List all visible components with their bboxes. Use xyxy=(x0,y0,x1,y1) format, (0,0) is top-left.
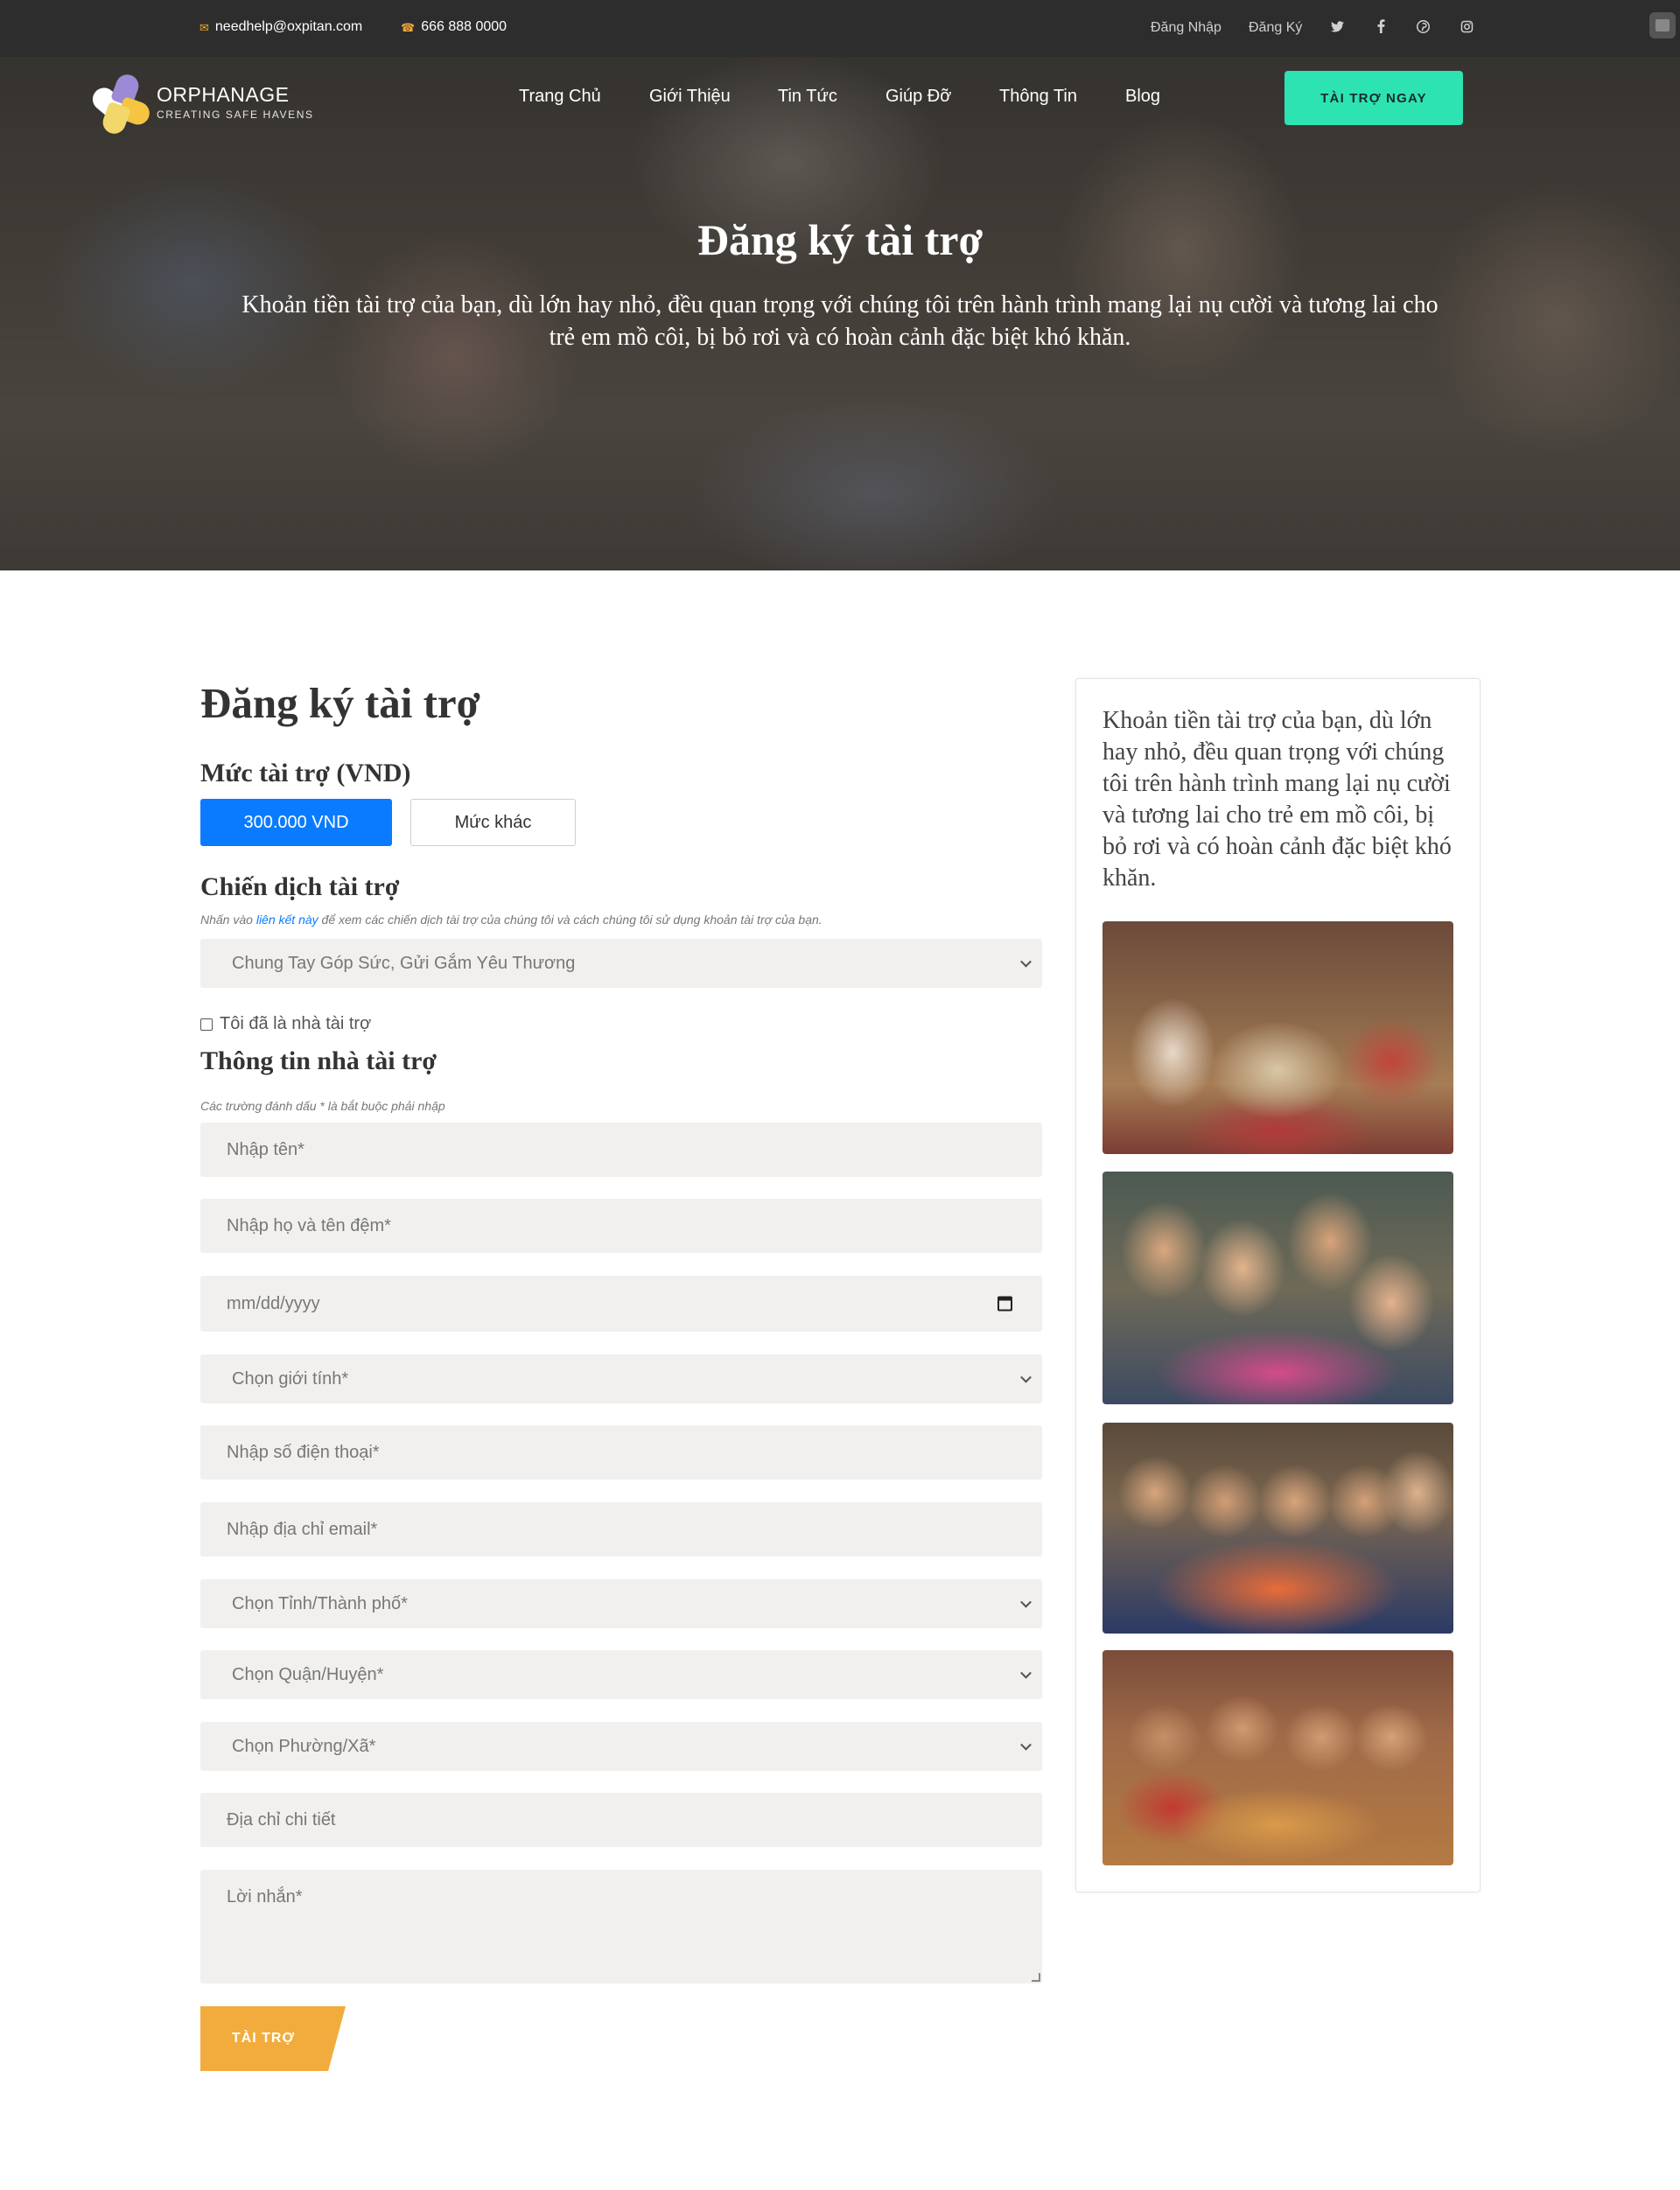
phone-field[interactable]: Nhập số điện thoại* xyxy=(200,1425,1042,1480)
nav-news[interactable]: Tin Tức xyxy=(778,87,837,107)
dob-field[interactable]: mm/dd/yyyy xyxy=(200,1276,1042,1332)
top-bar: ✉ needhelp@oxpitan.com ☎ 666 888 0000 Đă… xyxy=(0,0,1680,57)
envelope-icon: ✉ xyxy=(200,20,209,34)
calendar-icon[interactable] xyxy=(998,1296,1012,1312)
form-title: Đăng ký tài trợ xyxy=(200,679,480,727)
existing-sponsor-checkbox[interactable]: Tôi đã là nhà tài trợ xyxy=(200,1014,371,1034)
email-field[interactable]: Nhập địa chỉ email* xyxy=(200,1502,1042,1557)
chevron-down-icon xyxy=(1020,1371,1032,1383)
checkbox-box[interactable] xyxy=(200,1018,213,1031)
nav-info[interactable]: Thông Tin xyxy=(999,87,1077,107)
hero-title: Đăng ký tài trợ xyxy=(696,215,984,264)
chevron-down-icon xyxy=(1020,1667,1032,1679)
logo-subtitle: CREATING SAFE HAVENS xyxy=(157,108,314,121)
ward-select[interactable]: Chọn Phường/Xã* xyxy=(200,1722,1042,1771)
children-hugging-photo xyxy=(1102,1172,1453,1404)
extension-icon[interactable] xyxy=(1649,12,1676,38)
amount-other-button[interactable]: Mức khác xyxy=(410,799,576,846)
required-note: Các trường đánh dấu * là bắt buộc phải n… xyxy=(200,1099,445,1113)
campaign-label: Chiến dịch tài trợ xyxy=(200,872,400,901)
nav-blog[interactable]: Blog xyxy=(1125,87,1160,107)
sponsor-info-label: Thông tin nhà tài trợ xyxy=(200,1046,437,1075)
children-eating-photo xyxy=(1102,921,1453,1154)
logo-hands-icon xyxy=(88,71,153,137)
gender-select[interactable]: Chọn giới tính* xyxy=(200,1354,1042,1403)
logo-title: ORPHANAGE xyxy=(157,82,290,106)
contact-phone-text[interactable]: 666 888 0000 xyxy=(421,19,507,35)
twitter-icon[interactable] xyxy=(1328,17,1346,35)
facebook-icon[interactable] xyxy=(1372,17,1390,35)
children-group-photo xyxy=(1102,1423,1453,1634)
chevron-down-icon xyxy=(1020,1596,1032,1608)
contact-phone[interactable]: ☎ 666 888 0000 xyxy=(401,19,507,35)
address-field[interactable]: Địa chỉ chi tiết xyxy=(200,1793,1042,1847)
submit-donate-button[interactable]: TÀI TRỢ xyxy=(200,2006,346,2071)
campaign-select[interactable]: Chung Tay Góp Sức, Gửi Gắm Yêu Thương xyxy=(200,939,1042,988)
instagram-icon[interactable] xyxy=(1458,17,1475,35)
donate-now-button[interactable]: TÀI TRỢ NGAY xyxy=(1284,71,1463,125)
site-logo[interactable]: ORPHANAGE CREATING SAFE HAVENS xyxy=(88,71,314,137)
campaign-link[interactable]: liên kết này xyxy=(256,913,318,927)
contact-email[interactable]: ✉ needhelp@oxpitan.com xyxy=(200,19,362,35)
contact-email-text[interactable]: needhelp@oxpitan.com xyxy=(215,19,362,35)
resize-handle-icon[interactable] xyxy=(1032,1973,1040,1982)
amount-300k-button[interactable]: 300.000 VND xyxy=(200,799,392,846)
sidebar-text: Khoản tiền tài trợ của bạn, dù lớn hay n… xyxy=(1102,707,1452,892)
register-link[interactable]: Đăng Ký xyxy=(1249,20,1302,36)
amount-label: Mức tài trợ (VND) xyxy=(200,759,411,787)
chevron-down-icon xyxy=(1020,1739,1032,1751)
campaign-hint: Nhấn vào liên kết này để xem các chiến d… xyxy=(200,913,822,927)
nav-help[interactable]: Giúp Đỡ xyxy=(886,87,951,107)
nav-about[interactable]: Giới Thiệu xyxy=(649,87,731,107)
children-dining-photo xyxy=(1102,1650,1453,1865)
hero-subtitle: Khoản tiền tài trợ của bạn, dù lớn hay n… xyxy=(242,291,1438,351)
nav-home[interactable]: Trang Chủ xyxy=(519,87,601,107)
sidebar-card: Khoản tiền tài trợ của bạn, dù lớn hay n… xyxy=(1075,678,1480,1893)
first-name-field[interactable]: Nhập tên* xyxy=(200,1123,1042,1177)
login-link[interactable]: Đăng Nhập xyxy=(1151,20,1222,36)
phone-icon: ☎ xyxy=(401,20,416,34)
district-select[interactable]: Chọn Quận/Huyện* xyxy=(200,1650,1042,1699)
last-name-field[interactable]: Nhập họ và tên đệm* xyxy=(200,1199,1042,1253)
chevron-down-icon xyxy=(1020,955,1032,968)
message-textarea[interactable]: Lời nhắn* xyxy=(200,1870,1042,1984)
province-select[interactable]: Chọn Tỉnh/Thành phố* xyxy=(200,1579,1042,1628)
pinterest-icon[interactable] xyxy=(1414,17,1432,35)
existing-sponsor-label: Tôi đã là nhà tài trợ xyxy=(220,1014,372,1033)
hero-banner: ORPHANAGE CREATING SAFE HAVENS Trang Chủ… xyxy=(0,57,1680,570)
